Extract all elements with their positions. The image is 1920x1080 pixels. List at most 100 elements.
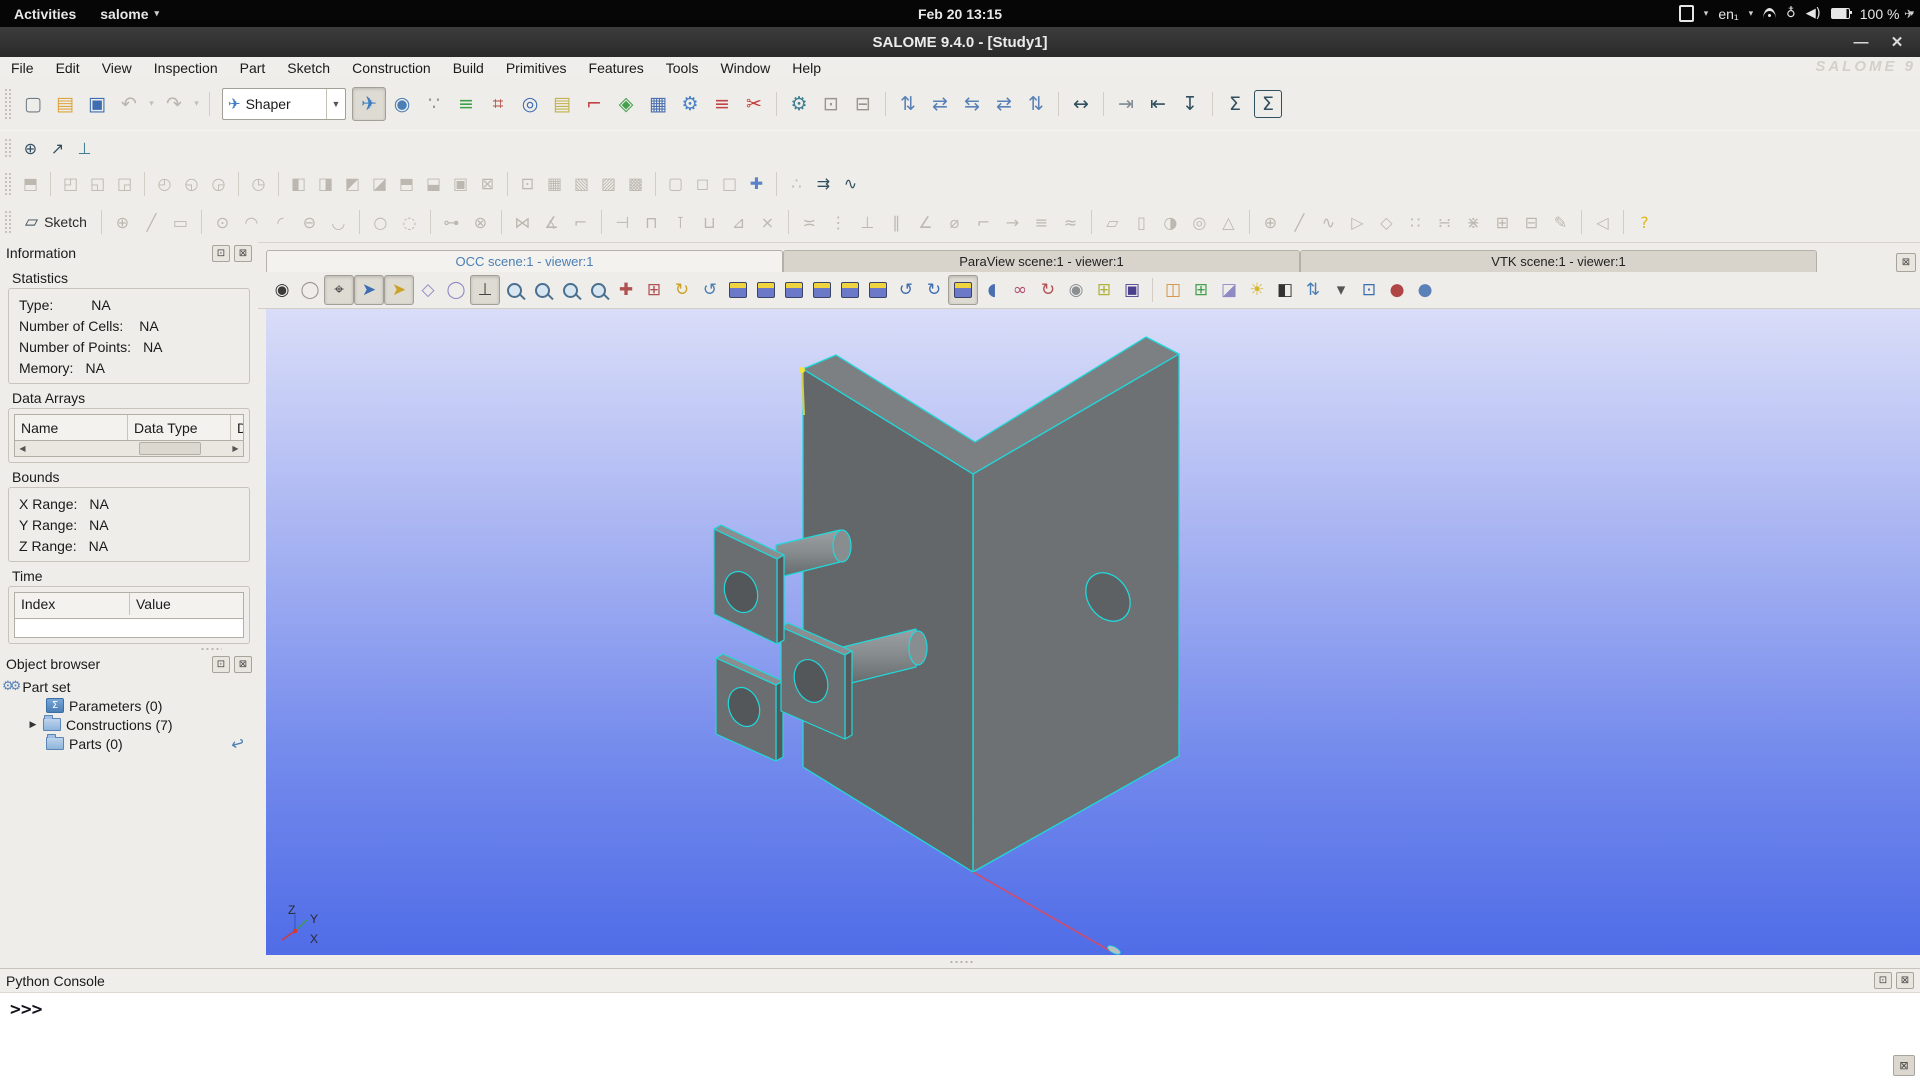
mesh-gear-icon[interactable]: ⚙ <box>674 88 706 120</box>
vector-icon[interactable]: ↗ <box>44 135 71 162</box>
tree-item-constructions[interactable]: ▶ Constructions (7) <box>0 715 258 734</box>
calculator-icon[interactable]: ▤ <box>546 88 578 120</box>
cut-icon[interactable]: ◩ <box>339 170 366 197</box>
split-icon[interactable]: ⬒ <box>393 170 420 197</box>
paravis-icon[interactable]: ≡ <box>450 88 482 120</box>
arrange-left-icon[interactable]: ⇆ <box>956 88 988 120</box>
scissors-icon[interactable]: ✂ <box>738 88 770 120</box>
lighting-icon[interactable]: ☀ <box>1243 276 1271 304</box>
shading-mode-icon[interactable]: ◖ <box>978 276 1006 304</box>
common-icon[interactable]: ◨ <box>312 170 339 197</box>
close-panel-icon[interactable]: ⊠ <box>234 655 252 673</box>
change-rotation-point-icon[interactable]: ↻ <box>668 276 696 304</box>
module-selector[interactable]: ✈ Shaper ▼ <box>222 88 346 120</box>
magnifier-icon[interactable] <box>584 276 612 304</box>
circle-selection-icon[interactable]: ◯ <box>442 276 470 304</box>
pin-a-flange-side[interactable] <box>776 554 785 645</box>
arrange-up-icon[interactable]: ⇅ <box>892 88 924 120</box>
footprint-icon[interactable]: ∵ <box>418 88 450 120</box>
sketch-trim-icon[interactable]: × <box>753 209 782 236</box>
arrange-sync-icon[interactable]: ⇅ <box>1020 88 1052 120</box>
menu-tools[interactable]: Tools <box>655 60 710 76</box>
preferences-gear-icon[interactable]: ⚙ <box>783 88 815 120</box>
points-cloud-icon[interactable]: ∴ <box>783 170 810 197</box>
sketch-middle-point-icon[interactable]: → <box>998 209 1027 236</box>
sketch-horizontal-distance-icon[interactable]: ⊣ <box>608 209 637 236</box>
menu-build[interactable]: Build <box>442 60 495 76</box>
menu-window[interactable]: Window <box>709 60 781 76</box>
zoom-icon[interactable] <box>556 276 584 304</box>
sketch-arc-3pt-icon[interactable]: ◌ <box>395 209 424 236</box>
close-tab-icon[interactable]: ⊠ <box>1896 253 1916 272</box>
sketch-vertical-distance-icon[interactable]: ⊺ <box>666 209 695 236</box>
macro-icon[interactable]: ✚ <box>743 170 770 197</box>
undock-icon[interactable]: ⊡ <box>212 655 230 673</box>
curved-arrow-icon[interactable]: ↩ <box>228 733 246 755</box>
menu-view[interactable]: View <box>91 60 143 76</box>
tab-vtk-viewer[interactable]: VTK scene:1 - viewer:1 <box>1300 250 1817 272</box>
sphere-icon[interactable]: ◑ <box>1156 209 1185 236</box>
fuse-icon[interactable]: ◧ <box>285 170 312 197</box>
fit-area-icon[interactable] <box>528 276 556 304</box>
cylinder-icon[interactable]: ▯ <box>1127 209 1156 236</box>
sketch-projection-icon[interactable]: ⊶ <box>437 209 466 236</box>
close-panel-icon[interactable]: ⊠ <box>1896 972 1914 989</box>
selection-icon[interactable]: ➤ <box>384 275 414 305</box>
chevron-down-icon[interactable]: ▼ <box>326 89 345 119</box>
sketch-circle-3pt-icon[interactable]: ○ <box>366 209 395 236</box>
sketch-tangent-arc-icon[interactable]: ◜ <box>266 209 295 236</box>
help-icon[interactable]: ? <box>1630 209 1659 236</box>
sketch-linear-copy-icon[interactable]: ⌐ <box>566 209 595 236</box>
blocs-icon[interactable]: ▦ <box>642 88 674 120</box>
menu-help[interactable]: Help <box>781 60 832 76</box>
microphone-icon[interactable]: ♁ <box>1786 6 1796 21</box>
splitter-handle[interactable] <box>949 960 975 964</box>
console-splitter[interactable] <box>0 955 1920 968</box>
mirror-view-icon[interactable]: ◫ <box>1159 276 1187 304</box>
occ-3d-viewport[interactable]: Z Y X <box>266 309 1920 958</box>
polyline-icon[interactable]: ∿ <box>1314 209 1343 236</box>
redo-icon[interactable]: ↷ <box>158 88 190 120</box>
background-icon[interactable]: ◧ <box>1271 276 1299 304</box>
reset-view-icon[interactable]: ↻ <box>1034 276 1062 304</box>
shaper-module-icon[interactable]: ✈ <box>352 87 386 121</box>
sketch-point-icon[interactable]: ⊕ <box>108 209 137 236</box>
pin-c-flange-side[interactable] <box>844 650 853 740</box>
selection-lasso-icon[interactable]: ∿ <box>837 170 864 197</box>
undo-icon[interactable]: ↶ <box>113 88 145 120</box>
dump-study-icon[interactable]: ↧ <box>1174 88 1206 120</box>
wire-group-icon[interactable]: ⋇ <box>1459 209 1488 236</box>
fillet-icon[interactable]: ▢ <box>662 170 689 197</box>
sketch-arc-icon[interactable]: ◠ <box>237 209 266 236</box>
shell-group-icon[interactable]: ⊟ <box>1517 209 1546 236</box>
arrange-down-icon[interactable]: ⇄ <box>924 88 956 120</box>
import-part-icon[interactable]: ◱ <box>84 170 111 197</box>
globe-icon[interactable]: ◎ <box>514 88 546 120</box>
sketch-button[interactable]: ▱ Sketch <box>17 207 95 237</box>
front-view-icon[interactable] <box>724 276 752 304</box>
scroll-right-icon[interactable]: ▶ <box>228 444 243 453</box>
close-panel-icon[interactable]: ⊠ <box>234 244 252 262</box>
export-icon[interactable]: ⇤ <box>1142 88 1174 120</box>
toolbar-grip[interactable] <box>4 87 11 121</box>
corner-window-icon[interactable]: ⊠ <box>1893 1055 1915 1076</box>
point-3d-icon[interactable]: ⊕ <box>1256 209 1285 236</box>
close-button[interactable]: ✕ <box>1884 29 1910 55</box>
mouse-style-icon[interactable]: ◯ <box>296 276 324 304</box>
sketch-angle-dim-icon[interactable]: ⊿ <box>724 209 753 236</box>
toolbar-grip[interactable] <box>4 209 11 235</box>
face-group-icon[interactable]: ⊞ <box>1488 209 1517 236</box>
cone-icon[interactable]: △ <box>1214 209 1243 236</box>
column-header[interactable]: Dat <box>231 415 243 440</box>
vertex-group-icon[interactable]: ∷ <box>1401 209 1430 236</box>
rotation-icon[interactable]: ◵ <box>178 170 205 197</box>
global-pan-icon[interactable]: ⊞ <box>640 276 668 304</box>
sketch-intersection-icon[interactable]: ⊗ <box>466 209 495 236</box>
rotate-left-icon[interactable]: ↺ <box>892 276 920 304</box>
clipboard-icon[interactable] <box>1678 5 1694 22</box>
menu-sketch[interactable]: Sketch <box>276 60 341 76</box>
group-substraction-icon[interactable]: ▨ <box>595 170 622 197</box>
sketch-ellipse-icon[interactable]: ⊖ <box>295 209 324 236</box>
export-to-geom-icon[interactable]: ⇉ <box>810 170 837 197</box>
import-icon[interactable]: ⇥ <box>1110 88 1142 120</box>
